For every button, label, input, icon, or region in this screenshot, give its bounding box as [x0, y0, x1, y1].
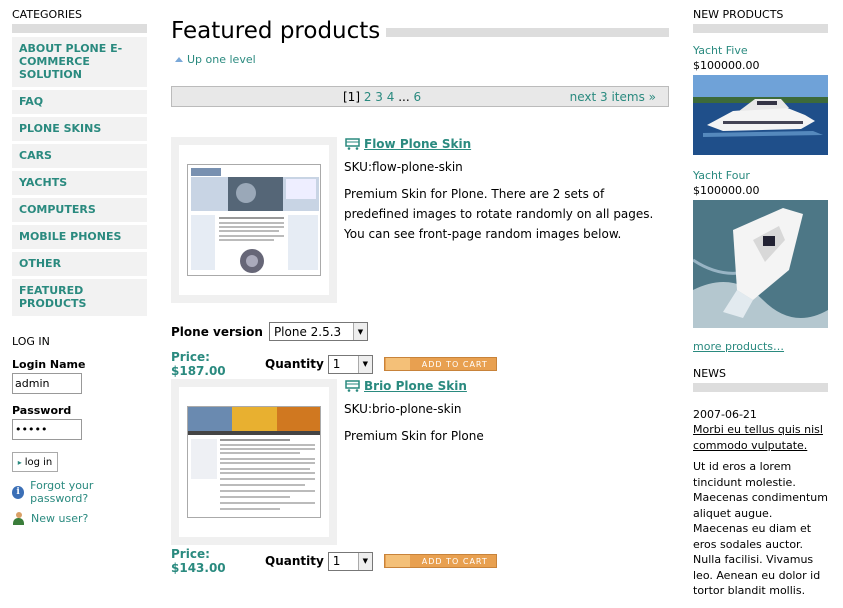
- product-price: Price: $143.00: [171, 547, 226, 575]
- forgot-password-link[interactable]: i Forgot your password?: [12, 479, 147, 505]
- product-description: Premium Skin for Plone. There are 2 sets…: [344, 187, 654, 241]
- chevron-down-icon: ▼: [357, 552, 372, 570]
- plone-version-value: Plone 2.5.3: [273, 324, 342, 339]
- category-mobile-phones[interactable]: MOBILE PHONES: [12, 225, 147, 252]
- plone-version-select[interactable]: Plone 2.5.3 ▼: [268, 322, 368, 341]
- more-products-link[interactable]: more products…: [693, 340, 828, 353]
- product-buy-form: Price: $143.00 Quantity 1 ▼ ADD TO CART: [171, 547, 669, 575]
- password-input[interactable]: [12, 419, 82, 440]
- category-plone-skins[interactable]: PLONE SKINS: [12, 117, 147, 144]
- forgot-password-label: Forgot your password?: [30, 479, 94, 505]
- quantity-select[interactable]: 1 ▼: [327, 354, 373, 374]
- arrow-up-icon: [175, 57, 183, 62]
- quantity-label: Quantity: [265, 554, 324, 568]
- add-to-cart-button[interactable]: ADD TO CART: [383, 554, 497, 568]
- new-user-label: New user?: [31, 512, 89, 525]
- chevron-down-icon: ▼: [352, 323, 367, 340]
- product-buy-form: Plone version Plone 2.5.3 ▼ Price: $187.…: [171, 322, 669, 378]
- chevron-down-icon: ▼: [357, 355, 372, 373]
- news-title-link[interactable]: Morbi eu tellus quis nisl commodo vulput…: [693, 422, 828, 454]
- category-computers[interactable]: COMPUTERS: [12, 198, 147, 225]
- plone-version-label: Plone version: [171, 324, 263, 339]
- new-product-item: Yacht Five $100000.00: [693, 43, 828, 155]
- pager-ellipsis: ...: [398, 90, 410, 104]
- title-rule: [386, 27, 669, 37]
- product-description: Premium Skin for Plone: [344, 429, 484, 443]
- new-product-price: $100000.00: [693, 184, 760, 197]
- product-thumbnail[interactable]: [171, 379, 337, 545]
- quantity-value: 1: [332, 554, 341, 568]
- new-user-link[interactable]: New user?: [12, 512, 147, 525]
- pager-page-2[interactable]: 2: [364, 90, 372, 104]
- up-one-level-label: Up one level: [187, 53, 256, 66]
- flow-skin-screenshot: [187, 164, 321, 276]
- new-products-heading: NEW PRODUCTS: [693, 8, 828, 33]
- shopping-cart-icon: [344, 138, 361, 150]
- brio-skin-screenshot: [187, 406, 321, 518]
- new-product-link[interactable]: Yacht Four: [693, 169, 750, 182]
- login-button[interactable]: ▸ log in: [12, 452, 58, 472]
- news-heading: NEWS: [693, 367, 828, 392]
- quantity-select[interactable]: 1 ▼: [327, 551, 373, 571]
- info-icon: i: [12, 485, 25, 499]
- product-thumbnail[interactable]: [171, 137, 337, 303]
- product-price: Price: $187.00: [171, 350, 226, 378]
- yacht-four-image[interactable]: [693, 200, 828, 328]
- login-button-label: log in: [24, 456, 53, 468]
- login-portlet: LOG IN Login Name Password ▸ log in i Fo…: [12, 335, 147, 525]
- new-product-link[interactable]: Yacht Five: [693, 44, 748, 57]
- pager-current: [1]: [343, 90, 360, 104]
- cart-icon: [385, 358, 410, 370]
- categories-list: ABOUT PLONE E-COMMERCE SOLUTION FAQ PLON…: [12, 37, 147, 319]
- product-item: Flow Plone Skin SKU:flow-plone-skin Prem…: [171, 137, 669, 378]
- login-name-input[interactable]: [12, 373, 82, 394]
- category-featured-products[interactable]: FEATURED PRODUCTS: [12, 279, 147, 319]
- pager-page-3[interactable]: 3: [375, 90, 383, 104]
- quantity-label: Quantity: [265, 357, 324, 371]
- pagination: [1] 2 3 4 ... 6 next 3 items »: [171, 86, 669, 107]
- product-title-link[interactable]: Brio Plone Skin: [364, 379, 467, 393]
- cart-icon: [385, 555, 410, 567]
- up-one-level-link[interactable]: Up one level: [175, 53, 669, 66]
- product-sku: SKU:brio-plone-skin: [344, 402, 462, 416]
- new-product-price: $100000.00: [693, 59, 760, 72]
- news-date: 2007-06-21: [693, 408, 757, 421]
- category-faq[interactable]: FAQ: [12, 90, 147, 117]
- arrow-right-icon: ▸: [17, 457, 22, 467]
- add-to-cart-label: ADD TO CART: [421, 556, 488, 566]
- left-column: CATEGORIES ABOUT PLONE E-COMMERCE SOLUTI…: [12, 8, 147, 525]
- shopping-cart-icon: [344, 380, 361, 392]
- quantity-value: 1: [332, 357, 341, 371]
- categories-heading: CATEGORIES: [12, 8, 147, 33]
- category-yachts[interactable]: YACHTS: [12, 171, 147, 198]
- news-body: Ut id eros a lorem tincidunt molestie. M…: [693, 460, 828, 597]
- password-label: Password: [12, 404, 72, 417]
- main-content: Featured products Up one level [1] 2 3 4…: [171, 18, 669, 608]
- pager-page-6[interactable]: 6: [414, 90, 422, 104]
- login-name-label: Login Name: [12, 358, 86, 371]
- user-icon: [12, 512, 25, 525]
- right-column: NEW PRODUCTS Yacht Five $100000.00 Yacht…: [693, 8, 828, 608]
- category-cars[interactable]: CARS: [12, 144, 147, 171]
- pager-next-link[interactable]: next 3 items »: [570, 90, 656, 104]
- login-heading: LOG IN: [12, 335, 50, 348]
- page-title: Featured products: [171, 18, 381, 44]
- product-item: Brio Plone Skin SKU:brio-plone-skin Prem…: [171, 379, 669, 608]
- add-to-cart-label: ADD TO CART: [421, 359, 488, 369]
- category-other[interactable]: OTHER: [12, 252, 147, 279]
- product-sku: SKU:flow-plone-skin: [344, 160, 463, 174]
- category-about[interactable]: ABOUT PLONE E-COMMERCE SOLUTION: [12, 37, 147, 90]
- yacht-five-image[interactable]: [693, 75, 828, 155]
- new-product-item: Yacht Four $100000.00: [693, 168, 828, 328]
- pager-page-4[interactable]: 4: [387, 90, 395, 104]
- product-title-link[interactable]: Flow Plone Skin: [364, 137, 471, 151]
- add-to-cart-button[interactable]: ADD TO CART: [383, 357, 497, 371]
